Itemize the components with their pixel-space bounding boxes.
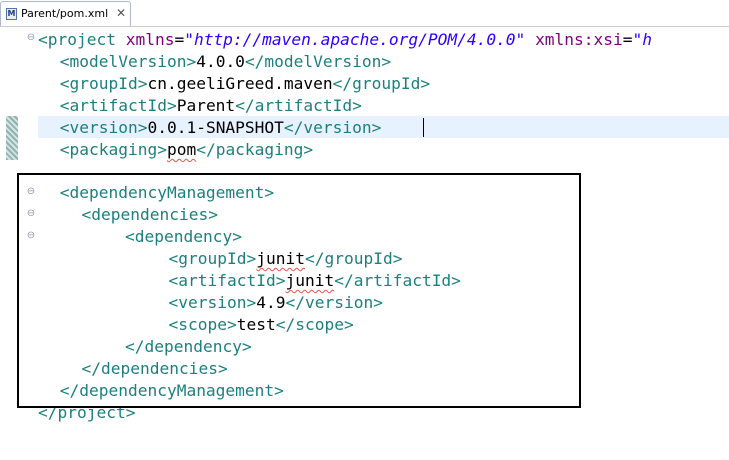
code-line[interactable]: <project xmlns="http://maven.apache.org/… — [38, 29, 652, 51]
code-line[interactable]: <modelVersion>4.0.0</modelVersion> — [60, 51, 391, 73]
collapse-icon[interactable]: ⊖ — [26, 33, 36, 43]
code-token-attr: xmlns:xsi — [535, 30, 623, 49]
code-line[interactable]: <packaging>pom</packaging> — [60, 139, 313, 161]
code-line[interactable]: <version>0.0.1-SNAPSHOT</version> — [60, 117, 382, 139]
code-token-tag: <project — [38, 30, 126, 49]
code-token-val: "http://maven.apache.org/POM/4.0.0" — [184, 30, 526, 49]
code-token-tag: <packaging> — [59, 140, 167, 159]
code-token-tag: </artifactId> — [235, 96, 362, 115]
code-token-tag: <modelVersion> — [59, 52, 197, 71]
code-token-tag: <artifactId> — [59, 96, 177, 115]
editor-tab-bar: M Parent/pom.xml ✕ — [0, 0, 729, 27]
tab-title: Parent/pom.xml — [21, 7, 109, 20]
code-token-txt: = — [174, 30, 185, 49]
change-marker — [6, 116, 18, 160]
code-token-txt: 0.0.1-SNAPSHOT — [147, 118, 284, 137]
maven-file-icon: M — [6, 8, 17, 20]
code-token-tag: </modelVersion> — [244, 52, 392, 71]
code-token-txt: Parent — [176, 96, 236, 115]
tab-pom-xml[interactable]: M Parent/pom.xml ✕ — [0, 1, 131, 26]
code-token-val: "h — [632, 30, 653, 49]
code-token-txt: = — [622, 30, 633, 49]
text-caret — [423, 118, 424, 137]
code-token-tag: <version> — [59, 118, 148, 137]
code-token-txt: 4.0.0 — [196, 52, 245, 71]
dependency-management-box — [17, 173, 581, 408]
code-line[interactable]: <groupId>cn.geeliGreed.maven</groupId> — [60, 73, 430, 95]
close-icon[interactable]: ✕ — [114, 6, 128, 20]
code-token-tag: </version> — [283, 118, 382, 137]
code-line[interactable]: <artifactId>Parent</artifactId> — [60, 95, 362, 117]
code-token-tag: <groupId> — [59, 74, 148, 93]
code-token-txt: cn.geeliGreed.maven — [147, 74, 333, 93]
code-token-tag: </groupId> — [332, 74, 431, 93]
code-token-tag: </packaging> — [196, 140, 314, 159]
code-token-txt: pom — [166, 140, 197, 159]
tab-bar-divider — [0, 26, 729, 27]
code-token-attr: xmlns — [125, 30, 175, 49]
